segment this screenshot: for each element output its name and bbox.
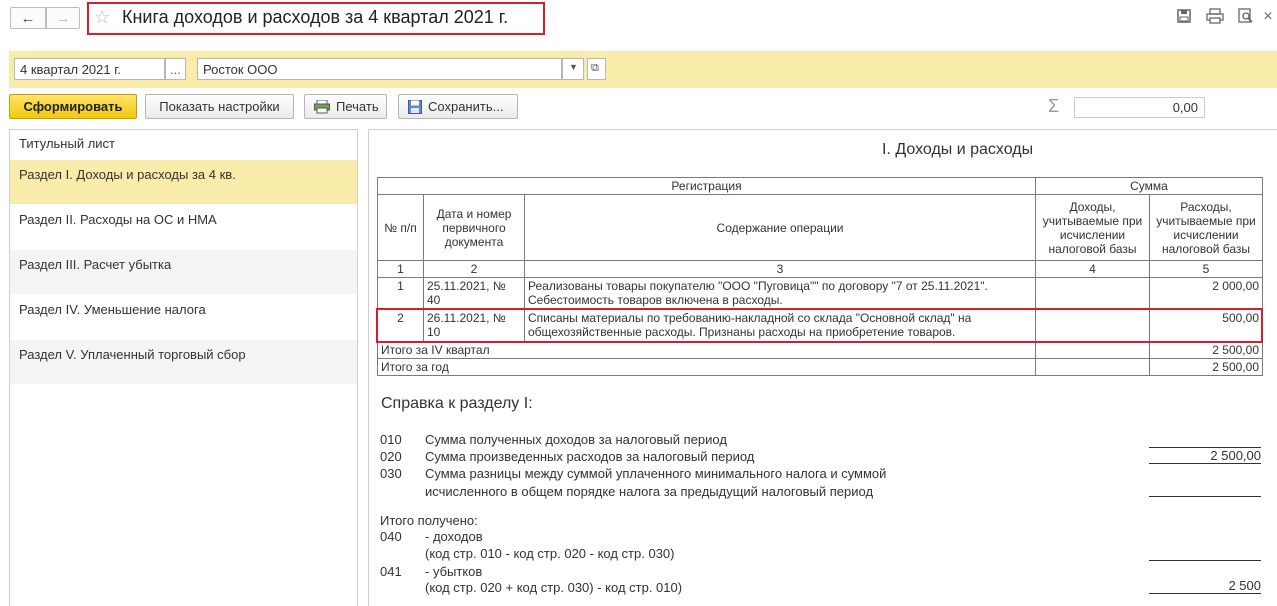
sidebar-item-section-5[interactable]: Раздел V. Уплаченный торговый сбор (10, 340, 357, 384)
forward-button[interactable]: → (46, 7, 80, 29)
ref-text-041: - убытков (425, 564, 483, 579)
received-label: Итого получено: (380, 513, 478, 528)
show-settings-button[interactable]: Показать настройки (145, 94, 294, 119)
forward-arrow-icon: → (55, 9, 71, 27)
organization-field[interactable]: Росток ООО (197, 58, 562, 80)
ref-text-020: Сумма произведенных расходов за налоговы… (425, 449, 755, 464)
generate-button[interactable]: Сформировать (9, 94, 137, 119)
total-quarter-expense: 2 500,00 (1149, 341, 1263, 359)
page-title: Книга доходов и расходов за 4 квартал 20… (122, 7, 509, 27)
total-year-expense: 2 500,00 (1149, 358, 1263, 376)
income-expense-table: Регистрация Сумма № п/п Дата и номер пер… (377, 177, 1263, 376)
total-year-label: Итого за год (377, 358, 1036, 376)
generate-label: Сформировать (23, 99, 123, 114)
ref-value-020: 2 500,00 (1149, 449, 1261, 464)
header-registration: Регистрация (377, 177, 1036, 195)
sidebar-item-title-page[interactable]: Титульный лист (10, 136, 357, 158)
header-sum: Сумма (1035, 177, 1263, 195)
printer-icon (314, 99, 330, 114)
ref-code-030: 030 (380, 466, 402, 481)
ref-value-030 (1149, 482, 1261, 497)
sum-icon: Σ (1048, 96, 1060, 116)
sidebar-item-section-4[interactable]: Раздел IV. Уменьшение налога (10, 295, 357, 339)
floppy-icon (408, 99, 422, 114)
header-num: № п/п (377, 194, 424, 261)
ref-value-040 (1149, 546, 1261, 561)
ref-text-010: Сумма полученных доходов за налоговый пе… (425, 432, 727, 447)
period-select-button[interactable]: ... (165, 58, 186, 80)
row-num: 1 (377, 277, 424, 310)
table-row[interactable]: 1 25.11.2021, № 40 Реализованы товары по… (377, 277, 1263, 310)
ref-code-040: 040 (380, 529, 402, 544)
ref-value-041: 2 500 (1149, 579, 1261, 594)
col-num-1: 1 (377, 260, 424, 278)
col-num-3: 3 (524, 260, 1036, 278)
header-income: Доходы, учитываемые при исчислении налог… (1035, 194, 1150, 261)
ref-code-041: 041 (380, 564, 402, 579)
ref-text-030: Сумма разницы между суммой уплаченного м… (425, 466, 887, 481)
ref-text-040: - доходов (425, 529, 483, 544)
col-num-2: 2 (423, 260, 525, 278)
close-icon[interactable]: × (1257, 8, 1277, 28)
header-date-doc: Дата и номер первичного документа (423, 194, 525, 261)
sidebar-item-label: Раздел I. Доходы и расходы за 4 кв. (19, 167, 236, 182)
show-settings-label: Показать настройки (159, 99, 280, 114)
organization-dropdown-button[interactable]: ▼ (562, 58, 584, 80)
sidebar-item-label: Титульный лист (19, 136, 116, 151)
sum-field[interactable]: 0,00 (1074, 97, 1205, 118)
sidebar-item-section-2[interactable]: Раздел II. Расходы на ОС и НМА (10, 205, 357, 249)
preview-icon[interactable] (1235, 8, 1257, 28)
reference-title: Справка к разделу I: (381, 395, 533, 412)
row-2-highlight (376, 308, 1263, 343)
ref-code-010: 010 (380, 432, 402, 447)
save-icon[interactable] (1173, 8, 1195, 28)
report-section-title: I. Доходы и расходы (882, 141, 1034, 158)
sidebar-item-label: Раздел IV. Уменьшение налога (19, 302, 206, 317)
header-content: Содержание операции (524, 194, 1036, 261)
row-date: 25.11.2021, № 40 (423, 277, 525, 310)
sidebar-item-label: Раздел II. Расходы на ОС и НМА (19, 212, 217, 227)
print-icon[interactable] (1204, 8, 1226, 28)
ref-formula-040: (код стр. 010 - код стр. 020 - код стр. … (425, 546, 675, 561)
ref-code-020: 020 (380, 449, 402, 464)
sidebar-item-label: Раздел V. Уплаченный торговый сбор (19, 347, 246, 362)
row-expense: 2 000,00 (1149, 277, 1263, 310)
ref-value-010 (1149, 433, 1261, 448)
row-content: Реализованы товары покупателю "ООО "Пуго… (524, 277, 1036, 310)
print-button[interactable]: Печать (304, 94, 387, 119)
save-label: Сохранить... (428, 99, 504, 114)
col-num-5: 5 (1149, 260, 1263, 278)
total-quarter-label: Итого за IV квартал (377, 341, 1036, 359)
total-quarter-income (1035, 341, 1150, 359)
print-label: Печать (336, 99, 379, 114)
period-field[interactable]: 4 квартал 2021 г. (14, 58, 165, 80)
back-button[interactable]: ← (10, 7, 46, 29)
ref-text-030-cont: исчисленного в общем порядке налога за п… (425, 484, 874, 499)
sidebar-item-section-3[interactable]: Раздел III. Расчет убытка (10, 250, 357, 294)
row-income (1035, 277, 1150, 310)
ref-formula-041: (код стр. 020 + код стр. 030) - код стр.… (425, 580, 683, 595)
total-year-income (1035, 358, 1150, 376)
sidebar-item-section-1[interactable]: Раздел I. Доходы и расходы за 4 кв. (10, 160, 357, 204)
save-as-button[interactable]: Сохранить... (398, 94, 518, 119)
header-expense: Расходы, учитываемые при исчислении нало… (1149, 194, 1263, 261)
col-num-4: 4 (1035, 260, 1150, 278)
sidebar-item-label: Раздел III. Расчет убытка (19, 257, 172, 272)
organization-open-icon[interactable]: ⧉ (587, 58, 606, 80)
back-arrow-icon: ← (20, 9, 36, 27)
favorite-star-icon[interactable]: ☆ (94, 7, 110, 28)
